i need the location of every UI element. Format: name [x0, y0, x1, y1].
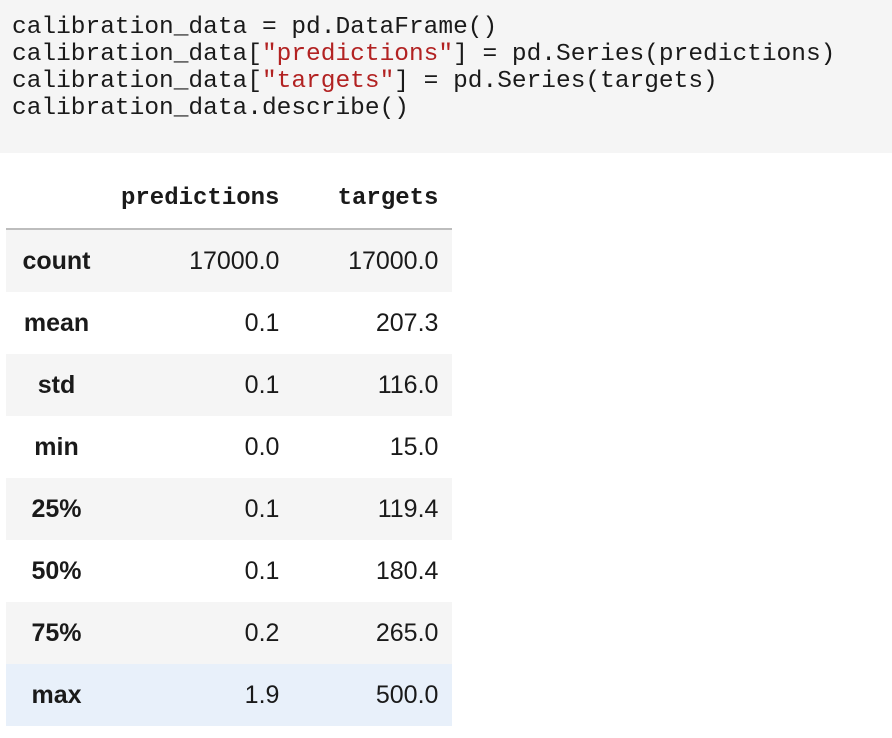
row-index: 75%: [31, 618, 82, 647]
cell-targets: 116.0: [377, 370, 439, 399]
cell-targets: 119.4: [377, 494, 439, 523]
string-literal: "targets": [261, 68, 395, 95]
table-row-hovered: max 1.9 500.0: [6, 664, 453, 726]
cell-targets: 207.3: [375, 308, 439, 337]
cell-predictions: 1.9: [244, 680, 280, 709]
cell-targets: 17000.0: [348, 246, 439, 275]
string-literal: "predictions": [261, 41, 454, 68]
row-index: mean: [23, 308, 90, 337]
table-row: std 0.1 116.0: [6, 354, 453, 416]
cell-predictions: 17000.0: [189, 246, 280, 275]
table-row: min 0.0 15.0: [6, 416, 453, 478]
row-index: 50%: [31, 556, 82, 585]
cell-targets: 500.0: [375, 680, 439, 709]
row-index: std: [37, 370, 76, 399]
cell-targets: 265.0: [375, 618, 439, 647]
column-header-targets: targets: [293, 168, 453, 230]
code-line-2: calibration_data["predictions"] = pd.Ser…: [12, 41, 836, 68]
cell-predictions: 0.0: [244, 432, 280, 461]
cell-targets: 180.4: [375, 556, 439, 585]
dataframe-table: predictions targets count 17000.0 17000.…: [6, 168, 453, 726]
table-corner: [6, 168, 107, 230]
row-index: max: [31, 680, 82, 709]
column-header-predictions: predictions: [107, 168, 294, 230]
cell-targets: 15.0: [389, 432, 439, 461]
table-row: 25% 0.1 119.4: [6, 478, 453, 540]
table-row: 75% 0.2 265.0: [6, 602, 453, 664]
row-index: 25%: [31, 494, 82, 523]
table-row: 50% 0.1 180.4: [6, 540, 453, 602]
row-index: min: [34, 432, 79, 461]
table-row: count 17000.0 17000.0: [6, 229, 453, 292]
cell-predictions: 0.2: [244, 618, 280, 647]
table-row: mean 0.1 207.3: [6, 292, 453, 354]
cell-predictions: 0.1: [244, 308, 280, 337]
cell-predictions: 0.1: [244, 370, 280, 399]
code-cell[interactable]: calibration_data = pd.DataFrame() calibr…: [0, 0, 892, 153]
code-line-1: calibration_data = pd.DataFrame(): [12, 14, 498, 41]
code-line-4: calibration_data.describe(): [12, 95, 409, 122]
row-index: count: [22, 246, 91, 275]
table-header-row: predictions targets: [6, 168, 453, 230]
cell-predictions: 0.1: [244, 494, 280, 523]
cell-output: predictions targets count 17000.0 17000.…: [6, 168, 453, 726]
code-line-3: calibration_data["targets"] = pd.Series(…: [12, 68, 718, 95]
cell-predictions: 0.1: [244, 556, 280, 585]
